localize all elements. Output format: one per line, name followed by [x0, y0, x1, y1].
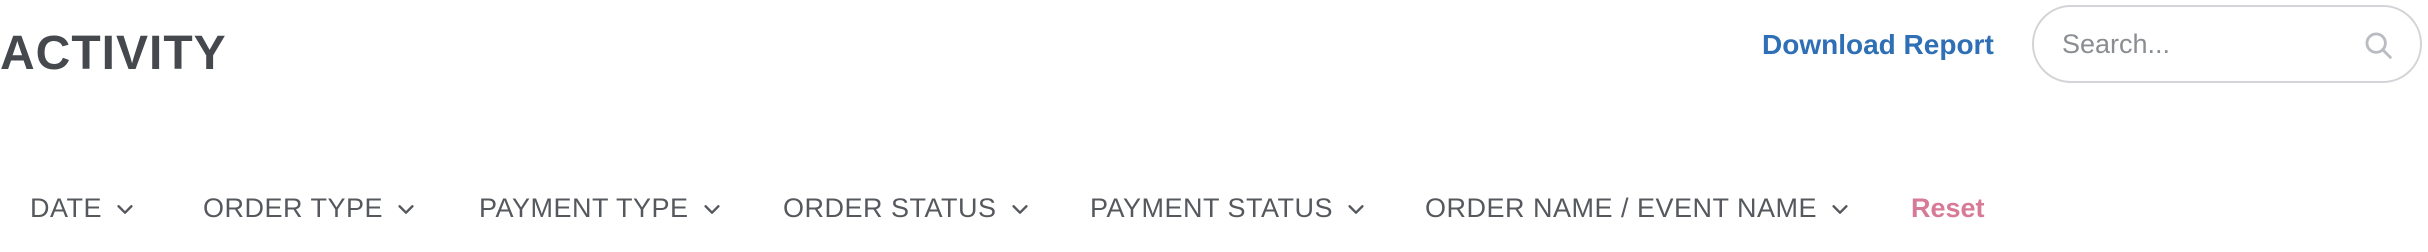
search-input[interactable] [2060, 21, 2344, 67]
filter-label: ORDER STATUS [783, 192, 997, 223]
filter-payment-type[interactable]: PAYMENT TYPE [479, 186, 723, 230]
search-box[interactable] [2032, 5, 2422, 83]
filter-order-status[interactable]: ORDER STATUS [783, 186, 1031, 230]
filter-label: PAYMENT STATUS [1090, 192, 1334, 223]
filter-label: PAYMENT TYPE [479, 192, 689, 223]
filter-label: DATE [30, 192, 103, 223]
filter-date[interactable]: DATE [30, 186, 136, 230]
filter-order-name-event-name[interactable]: ORDER NAME / EVENT NAME [1425, 186, 1851, 230]
filter-order-type[interactable]: ORDER TYPE [203, 186, 417, 230]
filter-label: ORDER TYPE [203, 192, 384, 223]
search-icon[interactable] [2362, 29, 2396, 63]
chevron-down-icon [703, 205, 720, 214]
chevron-down-icon [117, 205, 133, 214]
filter-payment-status[interactable]: PAYMENT STATUS [1090, 186, 1367, 230]
reset-button[interactable]: Reset [1911, 186, 1985, 230]
chevron-down-icon [1832, 205, 1848, 214]
page-title: ACTIVITY [0, 27, 227, 80]
chevron-down-icon [398, 205, 414, 214]
chevron-down-icon [1348, 205, 1364, 214]
download-report-link[interactable]: Download Report [1762, 28, 1994, 62]
filter-bar: DATE ORDER TYPE PAYMENT TYPE ORDER STATU… [0, 186, 2428, 230]
filter-label: ORDER NAME / EVENT NAME [1425, 192, 1818, 223]
chevron-down-icon [1011, 205, 1028, 214]
